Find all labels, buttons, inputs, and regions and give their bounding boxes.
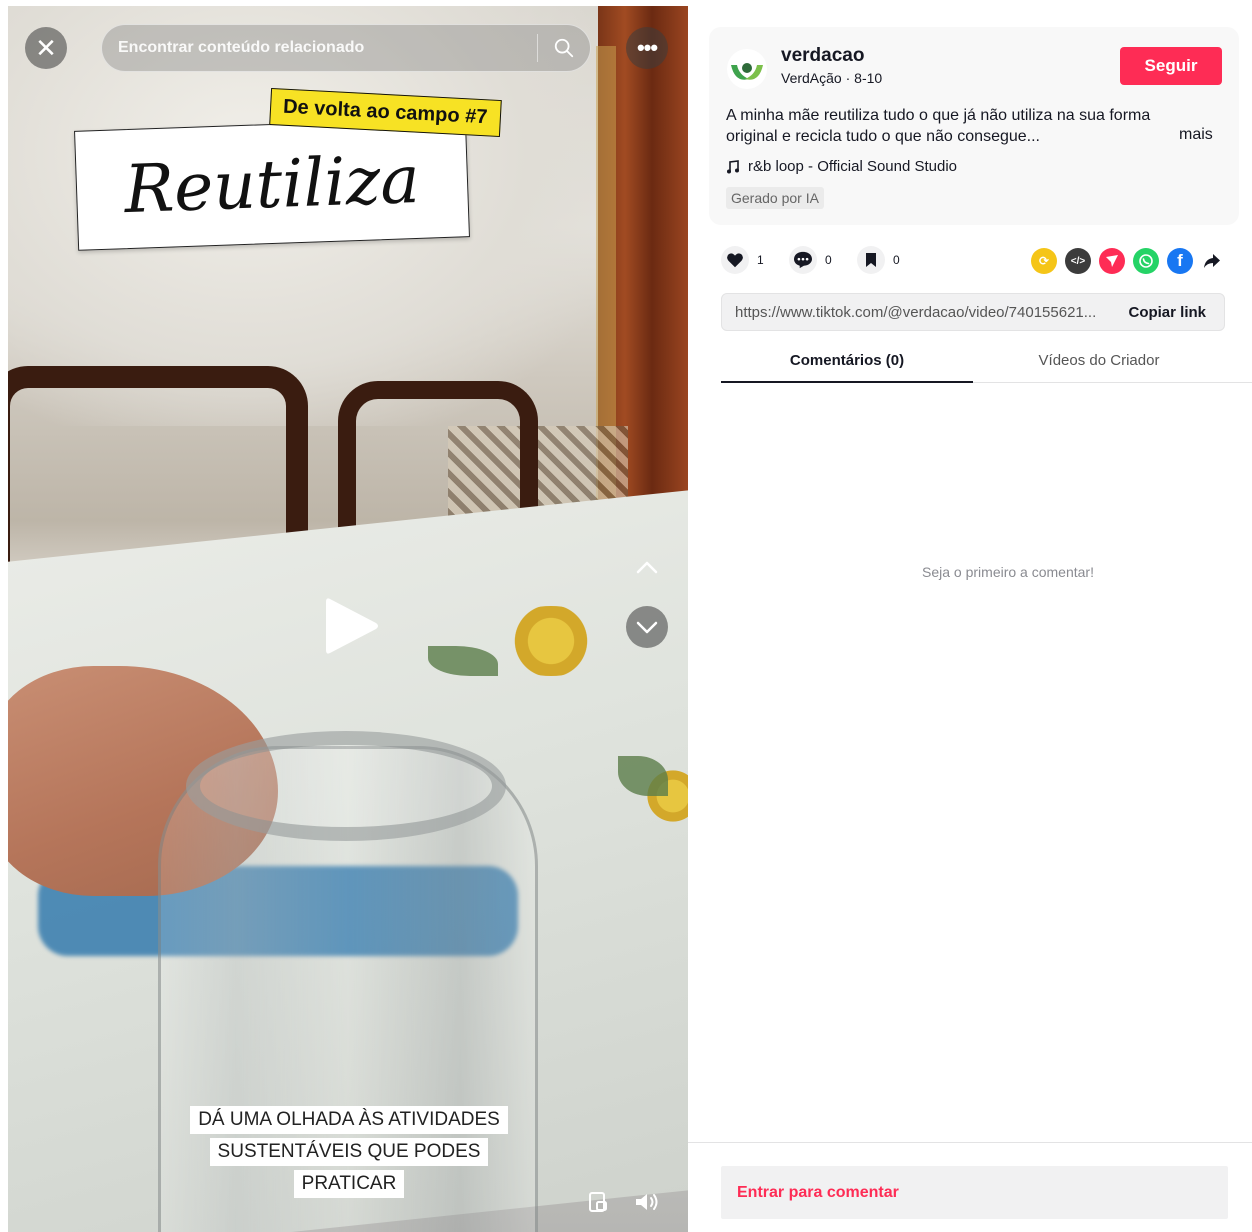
empty-comments-message: Seja o primeiro a comentar!	[922, 564, 1094, 580]
comment-count: 0	[825, 253, 832, 267]
embed-icon[interactable]: </>	[1065, 248, 1091, 274]
search-bar[interactable]: Encontrar conteúdo relacionado	[101, 24, 591, 72]
close-icon: ✕	[35, 32, 57, 63]
facebook-icon[interactable]: f	[1167, 248, 1193, 274]
author-username[interactable]: verdacao	[781, 45, 864, 67]
save-button[interactable]: 0	[857, 246, 900, 274]
video-sticker-title: Reutiliza	[74, 117, 470, 251]
video-caption: DÁ UMA OLHADA ÀS ATIVIDADES SUSTENTÁVEIS…	[184, 1104, 514, 1200]
meta-separator: ·	[841, 70, 855, 86]
search-input[interactable]: Encontrar conteúdo relacionado	[102, 39, 537, 57]
play-icon[interactable]	[322, 593, 382, 659]
login-to-comment-button[interactable]: Entrar para comentar	[721, 1166, 1228, 1219]
caption-line: SUSTENTÁVEIS QUE PODES	[209, 1138, 489, 1166]
verdacao-logo-icon	[731, 63, 763, 80]
action-bar: 1 0 0 ⟳ </> f	[721, 246, 1229, 274]
like-button[interactable]: 1	[721, 246, 764, 274]
chevron-down-icon	[636, 621, 658, 634]
avatar[interactable]	[727, 49, 767, 89]
follow-button[interactable]: Seguir	[1120, 47, 1222, 85]
video-frame-flower	[496, 606, 606, 676]
heart-icon	[721, 246, 749, 274]
music-note-icon	[727, 159, 739, 173]
app: ✕ Encontrar conteúdo relacionado ••• Reu…	[0, 0, 1252, 1232]
comment-icon	[789, 246, 817, 274]
author-display-name[interactable]: VerdAção	[781, 70, 842, 86]
send-icon[interactable]	[1099, 248, 1125, 274]
author-meta: VerdAção · 8-10	[781, 70, 882, 86]
music-title: r&b loop - Official Sound Studio	[748, 158, 958, 175]
tabs: Comentários (0) Vídeos do Criador	[721, 343, 1252, 383]
details-panel: verdacao VerdAção · 8-10 Seguir A minha …	[688, 0, 1252, 1232]
share-link-box: https://www.tiktok.com/@verdacao/video/7…	[721, 293, 1225, 331]
whatsapp-icon[interactable]	[1133, 248, 1159, 274]
next-video-button[interactable]	[626, 606, 668, 648]
chevron-up-icon	[636, 561, 658, 574]
picture-in-picture-icon[interactable]	[586, 1190, 610, 1214]
more-options-button[interactable]: •••	[626, 27, 668, 69]
expand-description-button[interactable]: mais	[1179, 126, 1213, 144]
ellipsis-icon: •••	[636, 35, 658, 60]
caption-line: PRATICAR	[293, 1170, 405, 1198]
video-player[interactable]: ✕ Encontrar conteúdo relacionado ••• Reu…	[8, 6, 688, 1232]
music-link[interactable]: r&b loop - Official Sound Studio	[726, 158, 957, 175]
post-date: 8-10	[854, 70, 883, 86]
share-link-url[interactable]: https://www.tiktok.com/@verdacao/video/7…	[722, 304, 1118, 321]
comment-button[interactable]: 0	[789, 246, 832, 274]
like-count: 1	[757, 253, 764, 267]
caption-line: DÁ UMA OLHADA ÀS ATIVIDADES	[190, 1106, 508, 1134]
share-arrow-icon[interactable]	[1199, 248, 1225, 274]
bookmark-icon	[857, 246, 885, 274]
close-button[interactable]: ✕	[25, 27, 67, 69]
previous-video-button[interactable]	[626, 547, 668, 589]
volume-icon[interactable]	[633, 1190, 661, 1214]
divider	[688, 1142, 1252, 1143]
repost-icon[interactable]: ⟳	[1031, 248, 1057, 274]
search-icon[interactable]	[538, 37, 590, 59]
post-description: A minha mãe reutiliza tudo o que já não …	[726, 107, 1151, 145]
tab-comments[interactable]: Comentários (0)	[721, 343, 973, 383]
video-frame-jar-neck	[186, 731, 506, 841]
tab-creator-videos[interactable]: Vídeos do Criador	[973, 343, 1225, 383]
save-count: 0	[893, 253, 900, 267]
ai-generated-badge: Gerado por IA	[726, 187, 824, 209]
copy-link-button[interactable]: Copiar link	[1118, 304, 1224, 321]
description-card: verdacao VerdAção · 8-10 Seguir A minha …	[709, 27, 1239, 225]
